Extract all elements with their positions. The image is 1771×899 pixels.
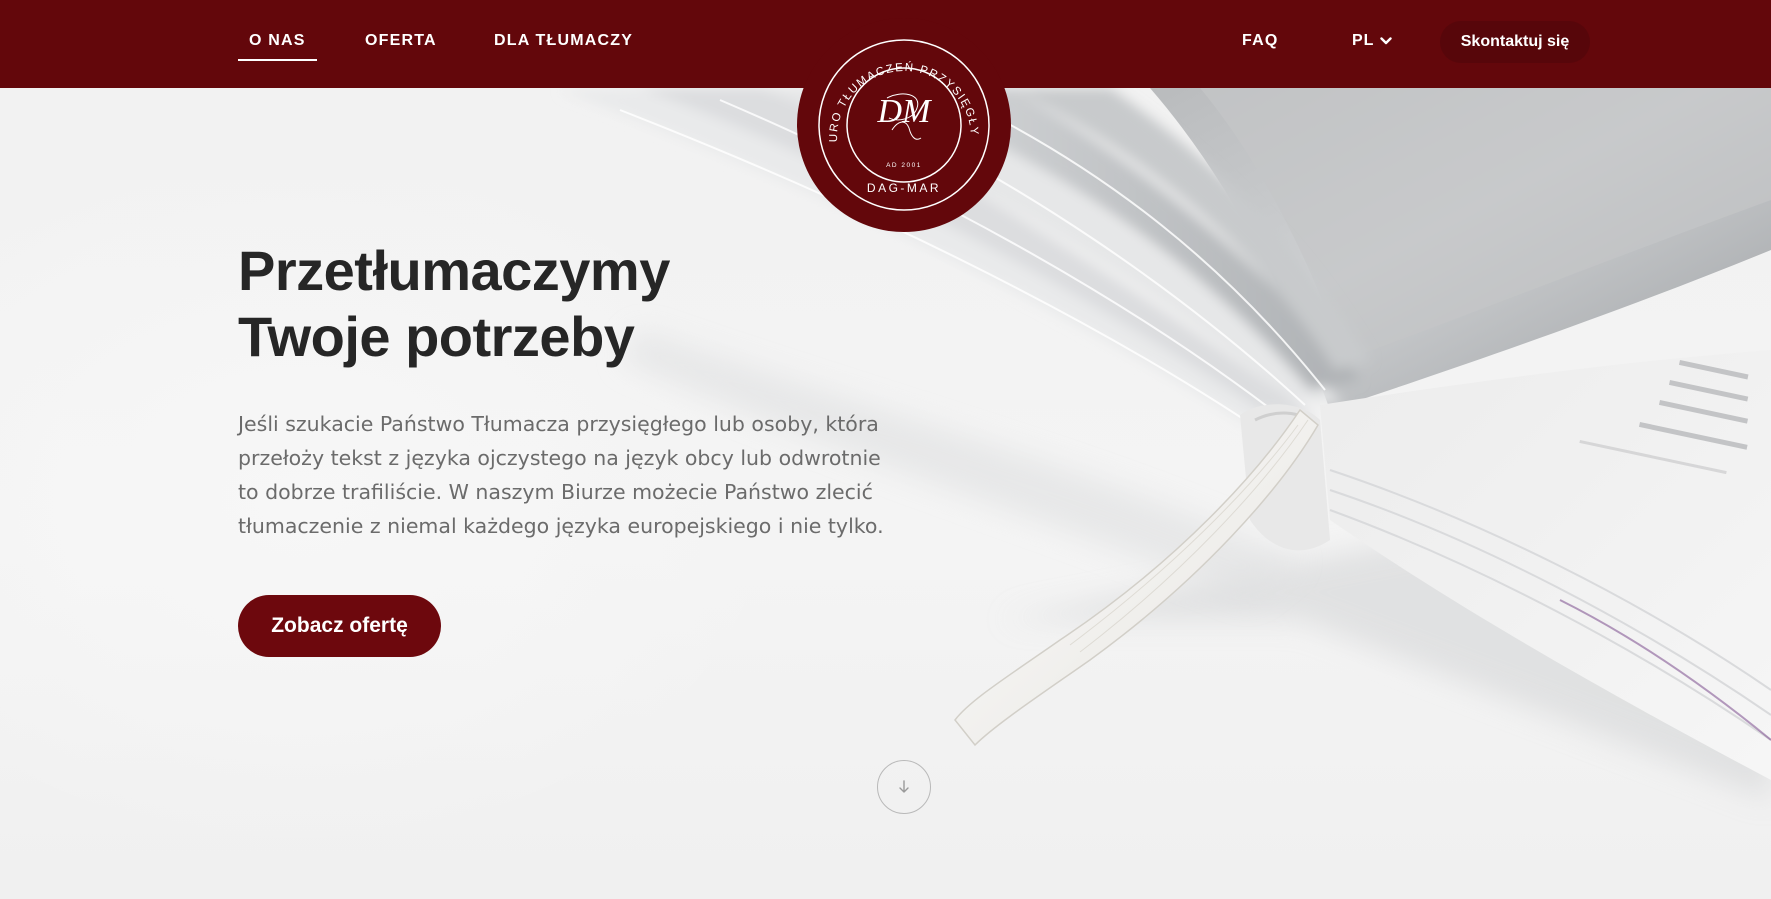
hero-description-line: to dobrze trafiliście. W naszym Biurze m… [238, 480, 873, 504]
logo-seal[interactable]: BIURO TŁUMACZEŃ PRZYSIĘGŁYCH DM AD 2001 … [797, 18, 1011, 232]
contact-button[interactable]: Skontaktuj się [1440, 21, 1590, 63]
logo-monogram-text: DM [877, 93, 933, 130]
language-selector[interactable]: PL [1352, 30, 1393, 52]
hero-title-line: Twoje potrzeby [238, 305, 635, 368]
hero-description-line: Jeśli szukacie Państwo Tłumacza przysięg… [238, 412, 879, 436]
scroll-down-button[interactable] [877, 760, 931, 814]
arrow-down-icon [899, 780, 909, 793]
logo-since-text: AD 2001 [886, 162, 922, 169]
nav-item-dla-tlumaczy[interactable]: DLA TŁUMACZY [494, 30, 633, 52]
hero-description-line: przełoży tekst z języka ojczystego na ję… [238, 446, 881, 470]
hero-title: Przetłumaczymy Twoje potrzeby [238, 238, 798, 370]
hero-description: Jeśli szukacie Państwo Tłumacza przysięg… [238, 407, 938, 543]
nav-item-o-nas[interactable]: O NAS [238, 30, 317, 61]
logo-name-text: DAG-MAR [867, 181, 941, 195]
language-label: PL [1352, 32, 1375, 49]
hero-title-line: Przetłumaczymy [238, 239, 670, 302]
chevron-down-icon [1380, 37, 1393, 45]
hero-description-line: tłumaczenie z niemal każdego języka euro… [238, 514, 884, 538]
nav-item-oferta[interactable]: OFERTA [365, 30, 437, 52]
view-offer-button[interactable]: Zobacz ofertę [238, 595, 441, 657]
nav-item-faq[interactable]: FAQ [1242, 30, 1279, 52]
